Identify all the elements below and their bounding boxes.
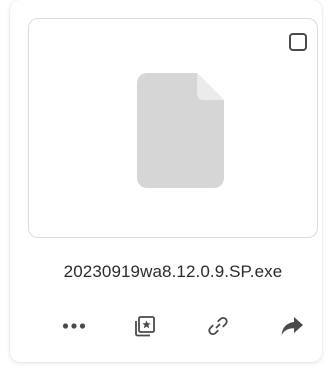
file-icon	[137, 73, 224, 188]
file-name: 20230919wa8.12.0.9.SP.exe	[63, 262, 283, 281]
more-button[interactable]	[56, 308, 92, 344]
link-icon	[208, 316, 228, 336]
file-actions-bar	[28, 308, 318, 344]
share-arrow-icon	[281, 317, 303, 335]
select-checkbox[interactable]	[289, 33, 307, 51]
share-button[interactable]	[274, 308, 310, 344]
copy-link-button[interactable]	[200, 308, 236, 344]
more-horizontal-icon	[62, 323, 86, 329]
favorite-star-icon	[135, 316, 155, 337]
file-preview[interactable]	[28, 18, 318, 238]
favorite-button[interactable]	[127, 308, 163, 344]
file-card[interactable]: 20230919wa8.12.0.9.SP.exe	[10, 0, 322, 362]
